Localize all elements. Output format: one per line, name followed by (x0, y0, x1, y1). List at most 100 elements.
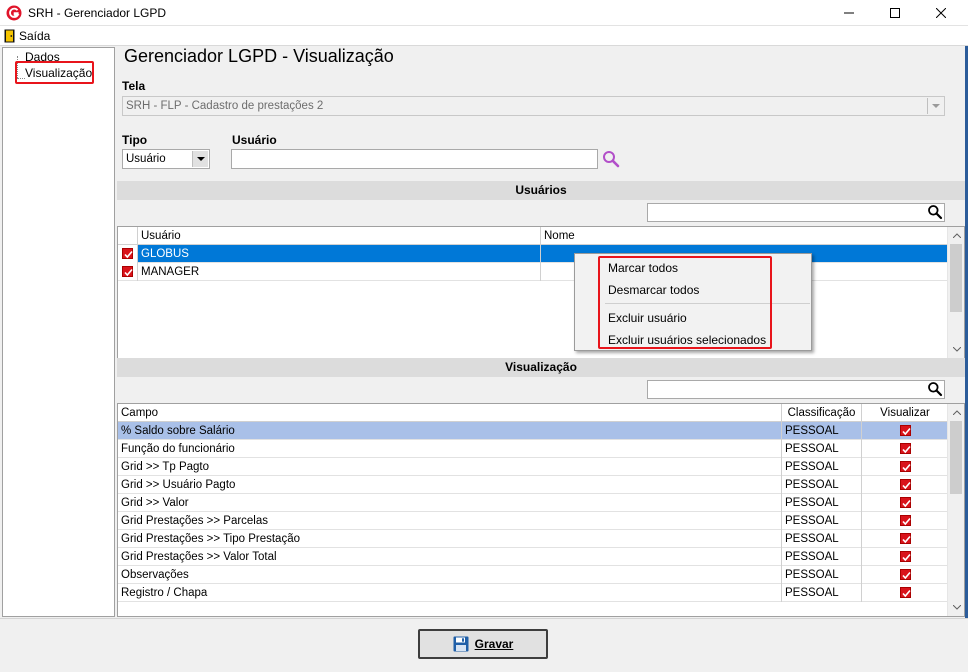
scrollbar-thumb[interactable] (950, 244, 962, 312)
col-classificacao[interactable]: Classificação (782, 404, 862, 422)
table-row[interactable]: Registro / Chapa PESSOAL (118, 584, 948, 602)
checkmark-icon (902, 427, 911, 436)
maximize-button[interactable] (872, 0, 918, 26)
menubar (0, 26, 968, 46)
search-icon (928, 382, 943, 397)
visualizacao-scrollbar[interactable] (947, 404, 964, 616)
menu-exit[interactable]: Saída (4, 28, 50, 44)
checkmark-icon (902, 553, 911, 562)
usuario-search-button[interactable] (601, 149, 621, 169)
classificacao-cell: PESSOAL (782, 440, 862, 458)
visualizacao-grid-header: Campo Classificação Visualizar (118, 404, 948, 422)
navigation-tree: Dados Visualização (2, 47, 115, 617)
visualizar-cell (862, 476, 948, 494)
scroll-down-icon[interactable] (948, 599, 964, 616)
checkmark-icon (902, 499, 911, 508)
visualizacao-filter-input[interactable] (647, 380, 945, 399)
row-checkbox[interactable] (122, 248, 133, 259)
usuario-input[interactable] (231, 149, 598, 169)
visualizar-checkbox[interactable] (900, 497, 911, 508)
close-icon (936, 8, 946, 18)
search-icon (603, 151, 620, 168)
checkmark-icon (902, 481, 911, 490)
classificacao-cell: PESSOAL (782, 566, 862, 584)
visualizar-checkbox[interactable] (900, 461, 911, 472)
chevron-down-icon (927, 98, 943, 114)
tela-select-value: SRH - FLP - Cadastro de prestações 2 (126, 100, 324, 112)
table-row[interactable]: Grid >> Usuário Pagto PESSOAL (118, 476, 948, 494)
app-logo-icon (6, 5, 22, 21)
annotation-highlight-box (15, 61, 94, 84)
scroll-up-icon[interactable] (948, 404, 964, 421)
table-row[interactable]: Grid >> Tp Pagto PESSOAL (118, 458, 948, 476)
minimize-icon (844, 12, 854, 14)
checkmark-icon (902, 535, 911, 544)
table-row[interactable]: Grid Prestações >> Tipo Prestação PESSOAL (118, 530, 948, 548)
table-row[interactable]: GLOBUS (118, 245, 948, 263)
col-visualizar[interactable]: Visualizar (862, 404, 948, 422)
save-button[interactable]: Gravar (418, 629, 548, 659)
usuarios-scrollbar[interactable] (947, 227, 964, 358)
checkmark-icon (902, 445, 911, 454)
classificacao-cell: PESSOAL (782, 422, 862, 440)
visualizar-cell (862, 458, 948, 476)
checkmark-icon (124, 268, 133, 277)
campo-cell: Observações (118, 566, 782, 584)
row-checkbox-cell (118, 245, 138, 263)
scrollbar-thumb[interactable] (950, 421, 962, 494)
visualizar-checkbox[interactable] (900, 515, 911, 526)
visualizar-checkbox[interactable] (900, 569, 911, 580)
usuarios-grid: Usuário Nome GLOBUS MANAGER (117, 226, 965, 359)
table-row[interactable]: Função do funcionário PESSOAL (118, 440, 948, 458)
visualizacao-filter-search[interactable] (927, 381, 943, 397)
table-row[interactable]: Grid >> Valor PESSOAL (118, 494, 948, 512)
close-button[interactable] (918, 0, 964, 26)
visualizacao-section-header: Visualização (117, 358, 965, 377)
col-nome[interactable]: Nome (541, 227, 948, 245)
classificacao-cell: PESSOAL (782, 512, 862, 530)
checkmark-icon (902, 571, 911, 580)
visualizar-checkbox[interactable] (900, 551, 911, 562)
annotation-highlight-box (598, 256, 772, 349)
visualizar-checkbox[interactable] (900, 425, 911, 436)
col-usuario[interactable]: Usuário (138, 227, 541, 245)
tela-label: Tela (122, 79, 146, 93)
usuarios-grid-header: Usuário Nome (118, 227, 948, 245)
exit-door-icon (4, 29, 15, 43)
chevron-down-icon (192, 151, 208, 167)
table-row[interactable]: Grid Prestações >> Valor Total PESSOAL (118, 548, 948, 566)
usuarios-filter-input[interactable] (647, 203, 945, 222)
scroll-down-icon[interactable] (948, 341, 964, 358)
table-row[interactable]: MANAGER (118, 263, 948, 281)
visualizar-checkbox[interactable] (900, 479, 911, 490)
row-checkbox[interactable] (122, 266, 133, 277)
campo-cell: Grid >> Valor (118, 494, 782, 512)
minimize-button[interactable] (826, 0, 872, 26)
usuarios-filter-search[interactable] (927, 204, 943, 220)
tipo-select[interactable]: Usuário (122, 149, 210, 169)
checkmark-icon (902, 463, 911, 472)
visualizar-checkbox[interactable] (900, 587, 911, 598)
visualizacao-grid: Campo Classificação Visualizar % Saldo s… (117, 403, 965, 617)
campo-cell: Grid Prestações >> Parcelas (118, 512, 782, 530)
campo-cell: Grid >> Tp Pagto (118, 458, 782, 476)
tela-select[interactable]: SRH - FLP - Cadastro de prestações 2 (122, 96, 945, 116)
table-row[interactable]: Observações PESSOAL (118, 566, 948, 584)
visualizar-cell (862, 584, 948, 602)
visualizar-cell (862, 512, 948, 530)
window-title: SRH - Gerenciador LGPD (28, 6, 167, 20)
table-row[interactable]: Grid Prestações >> Parcelas PESSOAL (118, 512, 948, 530)
table-row[interactable]: % Saldo sobre Salário PESSOAL (118, 422, 948, 440)
tipo-select-value: Usuário (126, 153, 166, 165)
classificacao-cell: PESSOAL (782, 584, 862, 602)
visualizar-checkbox[interactable] (900, 533, 911, 544)
col-campo[interactable]: Campo (118, 404, 782, 422)
floppy-disk-icon (453, 636, 469, 652)
checkmark-icon (902, 517, 911, 526)
classificacao-cell: PESSOAL (782, 548, 862, 566)
visualizar-cell (862, 566, 948, 584)
checkmark-icon (902, 589, 911, 598)
visualizar-checkbox[interactable] (900, 443, 911, 454)
scroll-up-icon[interactable] (948, 227, 964, 244)
row-checkbox-cell (118, 263, 138, 281)
